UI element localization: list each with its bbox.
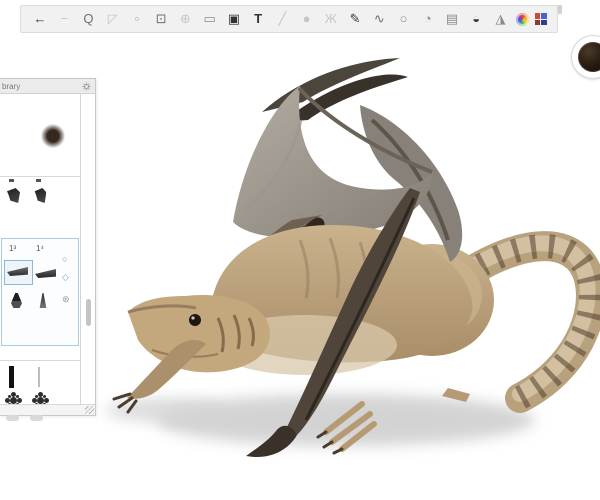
resize-grip[interactable] [85, 406, 94, 414]
panel-footer [0, 404, 95, 415]
brush-preset[interactable] [10, 397, 17, 404]
brush-preset[interactable] [11, 293, 22, 308]
rect-select-icon[interactable]: ▭ [201, 6, 219, 32]
brush-preset[interactable] [9, 366, 14, 388]
brush-stamp-preview [41, 124, 65, 148]
divider [0, 360, 80, 361]
brush-preset[interactable] [39, 293, 47, 308]
point-icon[interactable]: ∘ [128, 6, 146, 32]
color-wheel-icon[interactable] [516, 13, 529, 26]
brush-preset[interactable] [38, 367, 40, 387]
scatter-tip-icon[interactable]: ⊛ [62, 295, 70, 304]
panel-titlebar[interactable]: brary [0, 79, 95, 94]
brush-preset[interactable] [6, 415, 19, 421]
brush-thumb-partial[interactable] [36, 179, 41, 182]
toolbar: ← − Q ◸ ∘ ⊡ ⊕ ▭ ▣ T ╱ ● Ж ✎ ∿ ○ ◔ ▤ ◒ ◮ [20, 5, 558, 33]
zoom-icon[interactable]: Q [79, 6, 97, 32]
text-tool-icon[interactable]: T [249, 6, 267, 32]
brush-preset[interactable] [37, 397, 44, 404]
brush-preset[interactable] [35, 269, 56, 278]
add-icon[interactable]: ⊕ [176, 6, 194, 32]
brush-thumb-partial[interactable] [9, 179, 14, 182]
brush-preset[interactable] [30, 415, 43, 421]
select-icon[interactable]: ◸ [104, 6, 122, 32]
panel-title: brary [2, 82, 20, 91]
diamond-tip-icon[interactable]: ◇ [62, 273, 69, 282]
panel-scrollbar[interactable] [86, 299, 91, 326]
pixel-palette-icon[interactable] [535, 13, 547, 25]
brush-size-label: 1³ [9, 244, 16, 253]
eraser-icon[interactable]: ▣ [225, 6, 243, 32]
redo-icon[interactable]: − [55, 6, 73, 32]
brush-icon[interactable]: ✎ [346, 6, 364, 32]
pencil-icon[interactable]: ╱ [273, 6, 291, 32]
gear-icon[interactable] [82, 82, 91, 91]
fill-icon[interactable]: ● [298, 6, 316, 32]
current-color-fill [578, 42, 600, 72]
gradient-icon[interactable]: ◮ [491, 6, 509, 32]
curve-icon[interactable]: ∿ [370, 6, 388, 32]
crop-icon[interactable]: ⊡ [152, 6, 170, 32]
divider [0, 176, 80, 177]
shape-icon[interactable]: ◔ [419, 6, 437, 32]
active-brush-group: 1³ 1⁴ ○ ◇ ⊛ [1, 238, 79, 346]
brush-library-panel: brary 1³ 1⁴ ○ ◇ ⊛ [0, 78, 96, 416]
ellipse-icon[interactable]: ○ [395, 6, 413, 32]
round-tip-icon[interactable]: ○ [62, 255, 67, 264]
panel-body: 1³ 1⁴ ○ ◇ ⊛ [0, 94, 95, 404]
cut-icon[interactable]: Ж [322, 6, 340, 32]
layers-icon[interactable]: ◒ [467, 6, 485, 32]
brush-size-label: 1⁴ [36, 244, 44, 253]
undo-icon[interactable]: ← [31, 6, 49, 32]
export-icon[interactable]: ▤ [443, 6, 461, 32]
